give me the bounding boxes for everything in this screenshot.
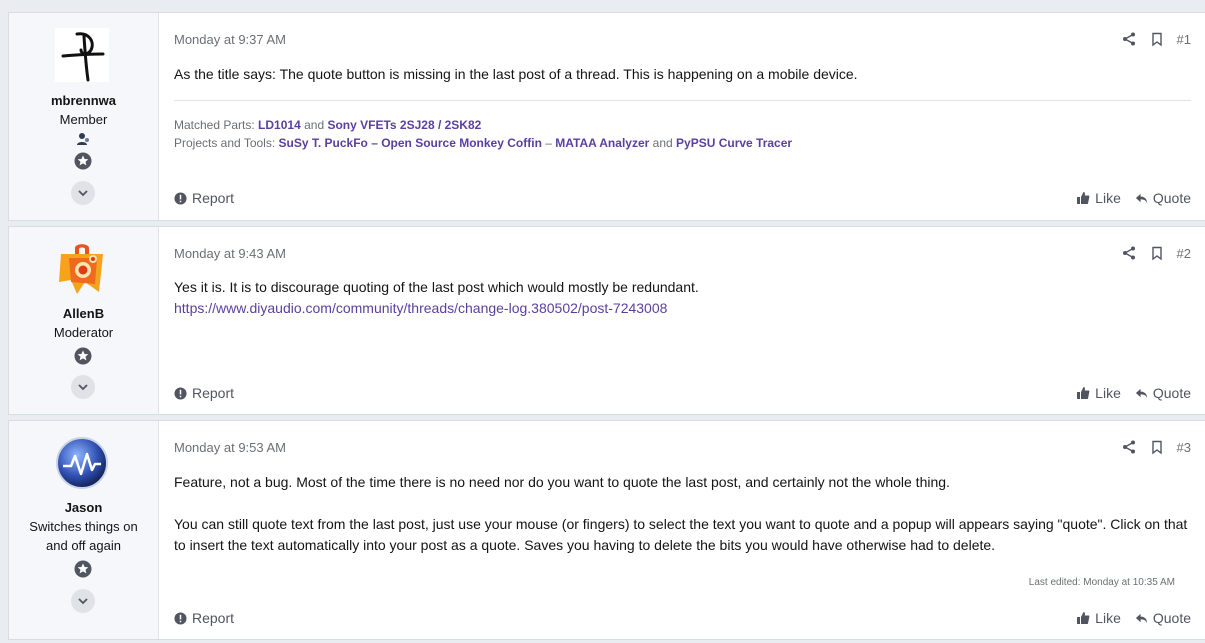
avatar[interactable]: [55, 436, 109, 490]
post-body: Yes it is. It is to discourage quoting o…: [174, 277, 1191, 319]
signature: Matched Parts: LD1014 and Sony VFETs 2SJ…: [174, 116, 792, 152]
reply-icon: [1135, 613, 1147, 623]
signature-label: Projects and Tools:: [174, 136, 276, 150]
post-paragraph: Feature, not a bug. Most of the time the…: [174, 474, 950, 490]
quote-label: Quote: [1152, 610, 1191, 626]
signature-link[interactable]: MATAA Analyzer: [555, 136, 649, 150]
signature-link[interactable]: LD1014: [258, 118, 301, 132]
post-text: Yes it is. It is to discourage quoting o…: [174, 279, 699, 295]
avatar[interactable]: [55, 28, 109, 82]
share-icon[interactable]: [1121, 439, 1137, 455]
reply-icon: [1135, 193, 1147, 203]
quote-label: Quote: [1152, 385, 1191, 401]
post-2: AllenB Moderator Monday at 9:43 AM #2 Ye…: [8, 226, 1205, 415]
like-button[interactable]: Like: [1076, 610, 1121, 626]
signature-divider: [174, 100, 1191, 101]
bookmark-icon[interactable]: [1149, 31, 1165, 47]
user-title-line: Switches things on: [29, 519, 138, 534]
reaction-bar: Like Quote: [1062, 190, 1191, 206]
report-button[interactable]: Report: [174, 385, 234, 401]
quote-button[interactable]: Quote: [1135, 385, 1191, 401]
like-label: Like: [1095, 610, 1121, 626]
alert-circle-icon: [174, 191, 187, 205]
user-cell: AllenB Moderator: [9, 227, 159, 414]
share-icon[interactable]: [1121, 245, 1137, 261]
thumbs-up-icon: [1077, 387, 1090, 399]
signature-link[interactable]: Sony VFETs 2SJ28 / 2SK82: [327, 118, 481, 132]
post-timestamp[interactable]: Monday at 9:37 AM: [174, 32, 286, 47]
message-cell: Monday at 9:37 AM #1 As the title says: …: [174, 13, 1191, 220]
signature-text: and: [652, 136, 673, 150]
post-body: Feature, not a bug. Most of the time the…: [174, 472, 1191, 556]
avatar[interactable]: [55, 242, 109, 296]
signature-line-2: Projects and Tools: SuSy T. PuckFo – Ope…: [174, 134, 792, 152]
expand-user-info-button[interactable]: [71, 375, 95, 399]
post-actions-top: #1: [1109, 31, 1191, 47]
like-label: Like: [1095, 385, 1121, 401]
user-title-line: and off again: [46, 538, 121, 553]
chevron-down-icon: [78, 598, 88, 605]
reaction-bar: Like Quote: [1062, 385, 1191, 401]
report-button[interactable]: Report: [174, 190, 234, 206]
username[interactable]: mbrennwa: [9, 93, 158, 108]
signature-line-1: Matched Parts: LD1014 and Sony VFETs 2SJ…: [174, 116, 792, 134]
signature-link[interactable]: PyPSU Curve Tracer: [676, 136, 792, 150]
user-title: Member: [59, 112, 108, 127]
post-actions-top: #2: [1109, 245, 1191, 261]
post-number[interactable]: #3: [1177, 440, 1191, 455]
bookmark-icon[interactable]: [1149, 245, 1165, 261]
user-cell: mbrennwa Member: [9, 13, 159, 220]
bookmark-icon[interactable]: [1149, 439, 1165, 455]
username[interactable]: Jason: [9, 500, 158, 515]
alert-circle-icon: [174, 386, 187, 400]
post-actions-top: #3: [1109, 439, 1191, 455]
signature-text: –: [545, 136, 552, 150]
username[interactable]: AllenB: [9, 306, 158, 321]
signature-label: Matched Parts:: [174, 118, 255, 132]
reaction-bar: Like Quote: [1062, 610, 1191, 626]
alert-circle-icon: [174, 611, 187, 625]
like-button[interactable]: Like: [1076, 385, 1121, 401]
signature-text: and: [304, 118, 325, 132]
user-title: Switches things on and off again: [9, 517, 158, 555]
chevron-down-icon: [78, 384, 88, 391]
post-number[interactable]: #2: [1177, 246, 1191, 261]
signature-link[interactable]: SuSy T. PuckFo – Open Source Monkey Coff…: [279, 136, 542, 150]
share-icon[interactable]: [1121, 31, 1137, 47]
post-body: As the title says: The quote button is m…: [174, 66, 858, 82]
user-cell: Jason Switches things on and off again: [9, 421, 159, 639]
post-paragraph: You can still quote text from the last p…: [174, 516, 1188, 553]
post-link[interactable]: https://www.diyaudio.com/community/threa…: [174, 300, 667, 316]
post-number[interactable]: #1: [1177, 32, 1191, 47]
star-badge-icon: [74, 152, 92, 170]
like-label: Like: [1095, 190, 1121, 206]
thumbs-up-icon: [1077, 192, 1090, 204]
report-label: Report: [192, 385, 235, 401]
post-timestamp[interactable]: Monday at 9:53 AM: [174, 440, 286, 455]
expand-user-info-button[interactable]: [71, 589, 95, 613]
reply-icon: [1135, 388, 1147, 398]
message-cell: Monday at 9:43 AM #2 Yes it is. It is to…: [174, 227, 1191, 414]
chevron-down-icon: [78, 190, 88, 197]
post-timestamp[interactable]: Monday at 9:43 AM: [174, 246, 286, 261]
star-badge-icon: [74, 560, 92, 578]
star-badge-icon: [74, 347, 92, 365]
expand-user-info-button[interactable]: [71, 181, 95, 205]
thumbs-up-icon: [1077, 612, 1090, 624]
last-edited[interactable]: Last edited: Monday at 10:35 AM: [1029, 577, 1175, 588]
report-button[interactable]: Report: [174, 610, 234, 626]
message-cell: Monday at 9:53 AM #3 Feature, not a bug.…: [174, 421, 1191, 639]
report-label: Report: [192, 190, 235, 206]
quote-label: Quote: [1152, 190, 1191, 206]
user-title: Moderator: [53, 325, 114, 340]
quote-button[interactable]: Quote: [1135, 190, 1191, 206]
like-button[interactable]: Like: [1076, 190, 1121, 206]
post-1: mbrennwa Member Monday at 9:37 AM #1 As …: [8, 12, 1205, 221]
quote-button[interactable]: Quote: [1135, 610, 1191, 626]
report-label: Report: [192, 610, 235, 626]
user-group-icon: [74, 130, 92, 148]
post-3: Jason Switches things on and off again M…: [8, 420, 1205, 640]
